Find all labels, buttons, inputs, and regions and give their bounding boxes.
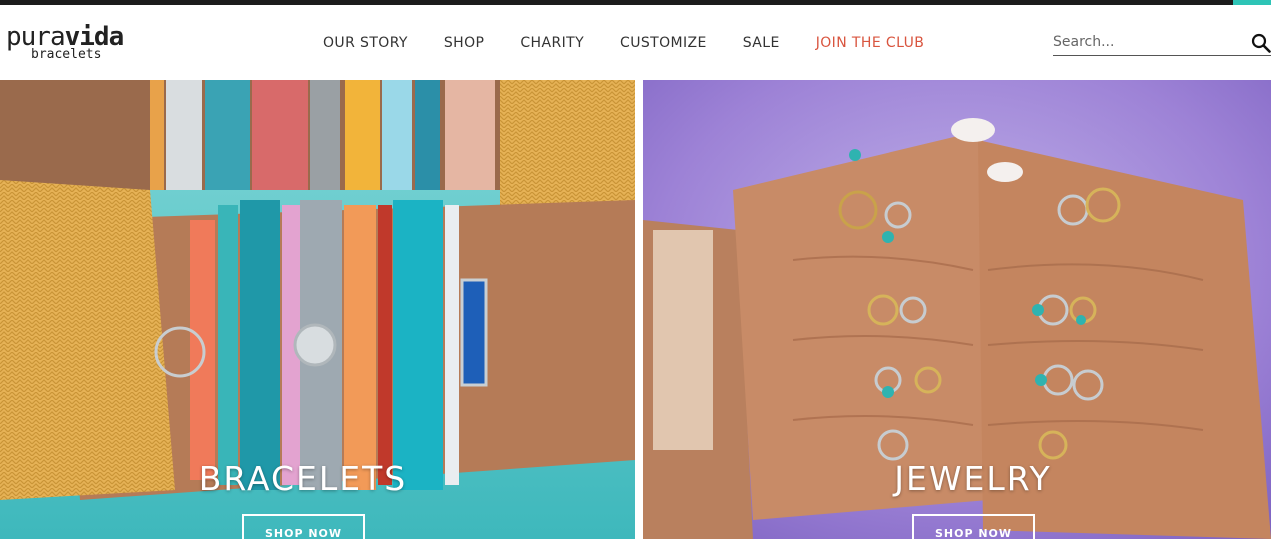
shop-bracelets-button[interactable]: SHOP NOW bbox=[242, 514, 365, 539]
logo-subtitle: bracelets bbox=[31, 47, 102, 62]
site-header: puravida bracelets OUR STORY SHOP CHARIT… bbox=[0, 5, 1271, 80]
bracelets-title: BRACELETS bbox=[198, 459, 408, 498]
brand-logo[interactable]: puravida bracelets bbox=[6, 24, 156, 68]
search-bar bbox=[1053, 29, 1271, 56]
nav-join-the-club[interactable]: JOIN THE CLUB bbox=[798, 33, 943, 53]
jewelry-title: JEWELRY bbox=[894, 459, 1052, 498]
panel-divider bbox=[635, 80, 643, 539]
nav-shop[interactable]: SHOP bbox=[426, 33, 502, 53]
jewelry-panel[interactable]: JEWELRY SHOP NOW bbox=[643, 80, 1271, 539]
nav-charity[interactable]: CHARITY bbox=[502, 33, 602, 53]
shop-jewelry-button[interactable]: SHOP NOW bbox=[912, 514, 1035, 539]
search-icon[interactable] bbox=[1251, 33, 1271, 53]
nav-our-story[interactable]: OUR STORY bbox=[305, 33, 426, 53]
main-nav: OUR STORY SHOP CHARITY CUSTOMIZE SALE JO… bbox=[305, 33, 942, 53]
nav-customize[interactable]: CUSTOMIZE bbox=[602, 33, 725, 53]
search-input[interactable] bbox=[1053, 31, 1243, 53]
nav-sale[interactable]: SALE bbox=[725, 33, 798, 53]
bracelets-panel[interactable]: BRACELETS SHOP NOW bbox=[0, 80, 635, 539]
